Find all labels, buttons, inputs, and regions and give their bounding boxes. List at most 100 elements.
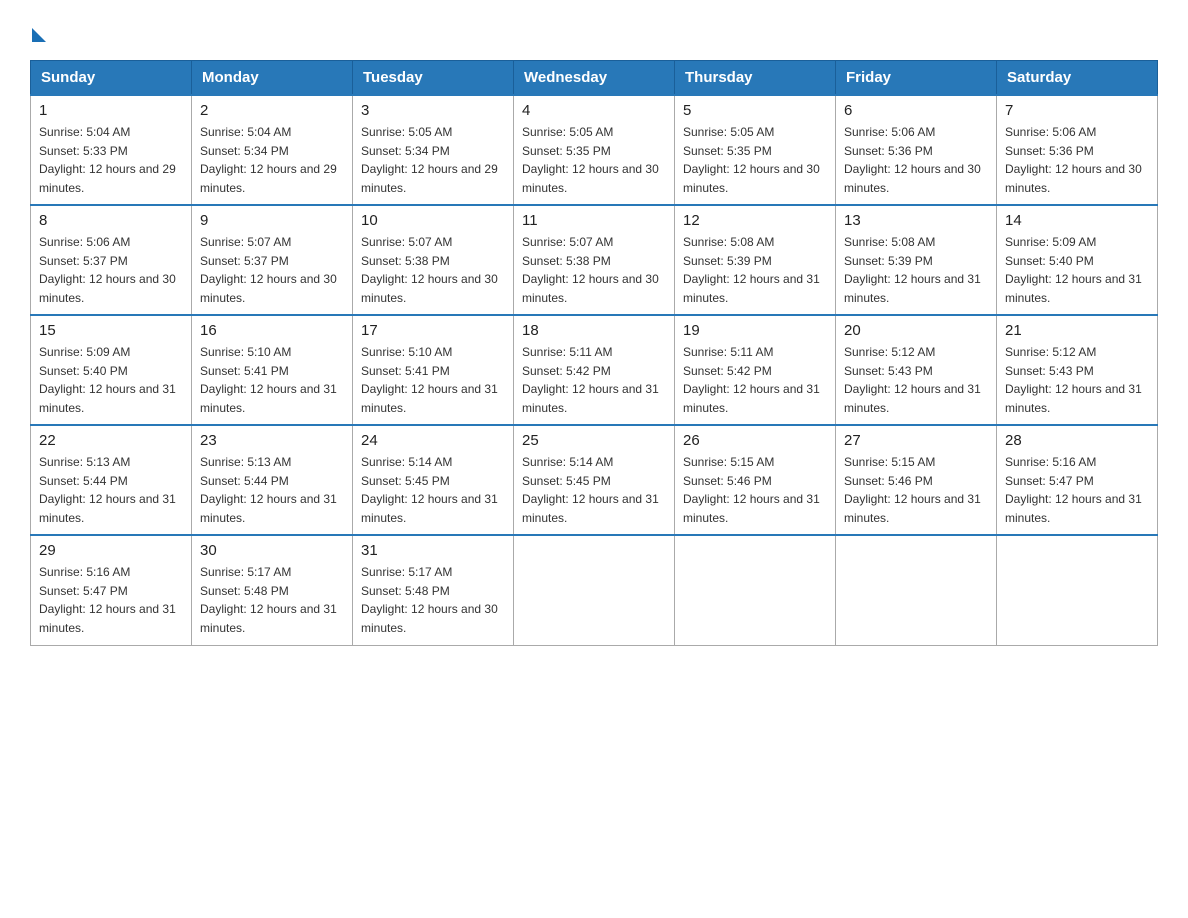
calendar-cell: 30 Sunrise: 5:17 AM Sunset: 5:48 PM Dayl… (192, 535, 353, 645)
calendar-cell: 3 Sunrise: 5:05 AM Sunset: 5:34 PM Dayli… (353, 95, 514, 205)
calendar-cell: 18 Sunrise: 5:11 AM Sunset: 5:42 PM Dayl… (514, 315, 675, 425)
day-number: 27 (844, 432, 988, 449)
calendar-cell: 15 Sunrise: 5:09 AM Sunset: 5:40 PM Dayl… (31, 315, 192, 425)
day-info: Sunrise: 5:07 AM Sunset: 5:38 PM Dayligh… (361, 233, 505, 307)
calendar-cell (836, 535, 997, 645)
calendar-cell: 10 Sunrise: 5:07 AM Sunset: 5:38 PM Dayl… (353, 205, 514, 315)
calendar-cell: 31 Sunrise: 5:17 AM Sunset: 5:48 PM Dayl… (353, 535, 514, 645)
week-row-2: 8 Sunrise: 5:06 AM Sunset: 5:37 PM Dayli… (31, 205, 1158, 315)
calendar-cell: 19 Sunrise: 5:11 AM Sunset: 5:42 PM Dayl… (675, 315, 836, 425)
calendar-cell: 25 Sunrise: 5:14 AM Sunset: 5:45 PM Dayl… (514, 425, 675, 535)
calendar-cell: 21 Sunrise: 5:12 AM Sunset: 5:43 PM Dayl… (997, 315, 1158, 425)
calendar-cell: 5 Sunrise: 5:05 AM Sunset: 5:35 PM Dayli… (675, 95, 836, 205)
day-number: 28 (1005, 432, 1149, 449)
page-header (30, 20, 1158, 40)
header-day-friday: Friday (836, 61, 997, 96)
day-number: 20 (844, 322, 988, 339)
calendar-cell: 6 Sunrise: 5:06 AM Sunset: 5:36 PM Dayli… (836, 95, 997, 205)
calendar-cell: 11 Sunrise: 5:07 AM Sunset: 5:38 PM Dayl… (514, 205, 675, 315)
calendar-cell: 16 Sunrise: 5:10 AM Sunset: 5:41 PM Dayl… (192, 315, 353, 425)
day-number: 25 (522, 432, 666, 449)
calendar-cell: 17 Sunrise: 5:10 AM Sunset: 5:41 PM Dayl… (353, 315, 514, 425)
header-day-wednesday: Wednesday (514, 61, 675, 96)
day-info: Sunrise: 5:16 AM Sunset: 5:47 PM Dayligh… (1005, 453, 1149, 527)
day-number: 13 (844, 212, 988, 229)
calendar-cell: 22 Sunrise: 5:13 AM Sunset: 5:44 PM Dayl… (31, 425, 192, 535)
day-number: 6 (844, 102, 988, 119)
day-number: 4 (522, 102, 666, 119)
calendar-cell: 23 Sunrise: 5:13 AM Sunset: 5:44 PM Dayl… (192, 425, 353, 535)
header-row: SundayMondayTuesdayWednesdayThursdayFrid… (31, 61, 1158, 96)
day-info: Sunrise: 5:12 AM Sunset: 5:43 PM Dayligh… (1005, 343, 1149, 417)
calendar-cell (514, 535, 675, 645)
calendar-cell: 26 Sunrise: 5:15 AM Sunset: 5:46 PM Dayl… (675, 425, 836, 535)
day-number: 2 (200, 102, 344, 119)
day-info: Sunrise: 5:15 AM Sunset: 5:46 PM Dayligh… (683, 453, 827, 527)
day-info: Sunrise: 5:17 AM Sunset: 5:48 PM Dayligh… (361, 563, 505, 637)
day-info: Sunrise: 5:17 AM Sunset: 5:48 PM Dayligh… (200, 563, 344, 637)
calendar-cell: 12 Sunrise: 5:08 AM Sunset: 5:39 PM Dayl… (675, 205, 836, 315)
day-info: Sunrise: 5:12 AM Sunset: 5:43 PM Dayligh… (844, 343, 988, 417)
calendar-cell: 7 Sunrise: 5:06 AM Sunset: 5:36 PM Dayli… (997, 95, 1158, 205)
calendar-cell: 27 Sunrise: 5:15 AM Sunset: 5:46 PM Dayl… (836, 425, 997, 535)
day-info: Sunrise: 5:11 AM Sunset: 5:42 PM Dayligh… (522, 343, 666, 417)
day-info: Sunrise: 5:10 AM Sunset: 5:41 PM Dayligh… (200, 343, 344, 417)
calendar-cell: 4 Sunrise: 5:05 AM Sunset: 5:35 PM Dayli… (514, 95, 675, 205)
calendar-cell (997, 535, 1158, 645)
logo (30, 20, 46, 40)
calendar-table: SundayMondayTuesdayWednesdayThursdayFrid… (30, 60, 1158, 646)
day-number: 17 (361, 322, 505, 339)
calendar-cell: 2 Sunrise: 5:04 AM Sunset: 5:34 PM Dayli… (192, 95, 353, 205)
calendar-cell: 20 Sunrise: 5:12 AM Sunset: 5:43 PM Dayl… (836, 315, 997, 425)
day-info: Sunrise: 5:06 AM Sunset: 5:37 PM Dayligh… (39, 233, 183, 307)
day-number: 9 (200, 212, 344, 229)
calendar-cell: 29 Sunrise: 5:16 AM Sunset: 5:47 PM Dayl… (31, 535, 192, 645)
calendar-cell: 9 Sunrise: 5:07 AM Sunset: 5:37 PM Dayli… (192, 205, 353, 315)
day-info: Sunrise: 5:07 AM Sunset: 5:37 PM Dayligh… (200, 233, 344, 307)
day-number: 15 (39, 322, 183, 339)
header-day-monday: Monday (192, 61, 353, 96)
calendar-cell (675, 535, 836, 645)
day-info: Sunrise: 5:08 AM Sunset: 5:39 PM Dayligh… (844, 233, 988, 307)
day-number: 18 (522, 322, 666, 339)
day-number: 29 (39, 542, 183, 559)
day-number: 19 (683, 322, 827, 339)
day-info: Sunrise: 5:09 AM Sunset: 5:40 PM Dayligh… (1005, 233, 1149, 307)
header-day-saturday: Saturday (997, 61, 1158, 96)
day-info: Sunrise: 5:04 AM Sunset: 5:33 PM Dayligh… (39, 123, 183, 197)
week-row-3: 15 Sunrise: 5:09 AM Sunset: 5:40 PM Dayl… (31, 315, 1158, 425)
day-info: Sunrise: 5:06 AM Sunset: 5:36 PM Dayligh… (844, 123, 988, 197)
logo-arrow-icon (32, 28, 46, 42)
day-info: Sunrise: 5:05 AM Sunset: 5:34 PM Dayligh… (361, 123, 505, 197)
day-info: Sunrise: 5:05 AM Sunset: 5:35 PM Dayligh… (683, 123, 827, 197)
day-info: Sunrise: 5:05 AM Sunset: 5:35 PM Dayligh… (522, 123, 666, 197)
header-day-sunday: Sunday (31, 61, 192, 96)
day-info: Sunrise: 5:08 AM Sunset: 5:39 PM Dayligh… (683, 233, 827, 307)
day-number: 7 (1005, 102, 1149, 119)
day-number: 5 (683, 102, 827, 119)
day-info: Sunrise: 5:11 AM Sunset: 5:42 PM Dayligh… (683, 343, 827, 417)
day-info: Sunrise: 5:14 AM Sunset: 5:45 PM Dayligh… (361, 453, 505, 527)
day-number: 26 (683, 432, 827, 449)
day-info: Sunrise: 5:16 AM Sunset: 5:47 PM Dayligh… (39, 563, 183, 637)
day-number: 3 (361, 102, 505, 119)
calendar-cell: 28 Sunrise: 5:16 AM Sunset: 5:47 PM Dayl… (997, 425, 1158, 535)
day-number: 8 (39, 212, 183, 229)
day-info: Sunrise: 5:07 AM Sunset: 5:38 PM Dayligh… (522, 233, 666, 307)
day-number: 31 (361, 542, 505, 559)
day-info: Sunrise: 5:06 AM Sunset: 5:36 PM Dayligh… (1005, 123, 1149, 197)
header-day-tuesday: Tuesday (353, 61, 514, 96)
header-day-thursday: Thursday (675, 61, 836, 96)
calendar-body: 1 Sunrise: 5:04 AM Sunset: 5:33 PM Dayli… (31, 95, 1158, 645)
calendar-cell: 24 Sunrise: 5:14 AM Sunset: 5:45 PM Dayl… (353, 425, 514, 535)
day-info: Sunrise: 5:10 AM Sunset: 5:41 PM Dayligh… (361, 343, 505, 417)
day-number: 1 (39, 102, 183, 119)
day-info: Sunrise: 5:14 AM Sunset: 5:45 PM Dayligh… (522, 453, 666, 527)
calendar-cell: 1 Sunrise: 5:04 AM Sunset: 5:33 PM Dayli… (31, 95, 192, 205)
day-info: Sunrise: 5:15 AM Sunset: 5:46 PM Dayligh… (844, 453, 988, 527)
calendar-cell: 8 Sunrise: 5:06 AM Sunset: 5:37 PM Dayli… (31, 205, 192, 315)
day-info: Sunrise: 5:13 AM Sunset: 5:44 PM Dayligh… (200, 453, 344, 527)
day-number: 11 (522, 212, 666, 229)
day-number: 23 (200, 432, 344, 449)
day-number: 10 (361, 212, 505, 229)
